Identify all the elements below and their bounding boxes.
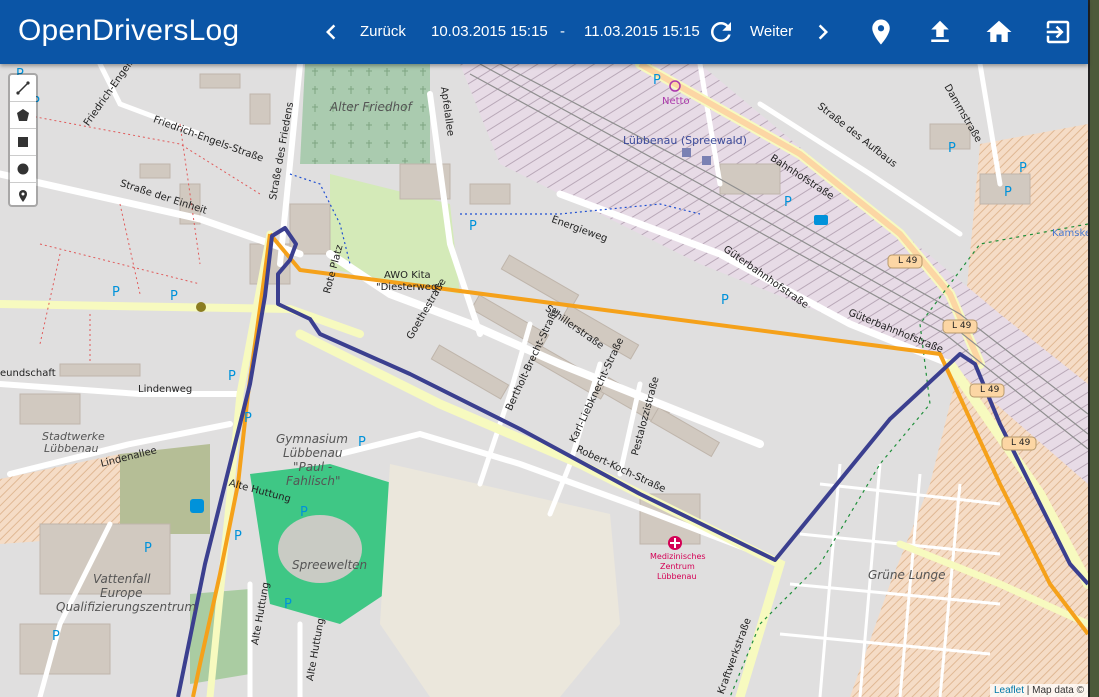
svg-text:P: P — [170, 289, 178, 304]
map-label-station: Lübbenau (Spreewald) — [623, 134, 747, 147]
map-label-poi: Vattenfall — [93, 572, 151, 586]
svg-text:P: P — [228, 369, 236, 384]
road-shield: L 49 — [1011, 438, 1031, 448]
attribution-text: Map data © — [1032, 685, 1084, 696]
draw-polygon-button[interactable] — [10, 102, 36, 129]
svg-text:P: P — [721, 293, 729, 308]
window-edge — [1088, 0, 1099, 697]
forward-button[interactable]: Weiter — [750, 23, 793, 40]
attribution-separator: | — [1026, 685, 1030, 696]
polyline-icon — [16, 81, 30, 95]
home-icon[interactable] — [984, 17, 1014, 47]
map-label-poi: Lübbenau — [283, 446, 343, 460]
map-canvas[interactable]: PPPP PPPP PPPP PPPP PPP Alter Friedhof F… — [0, 64, 1088, 697]
svg-text:P: P — [948, 141, 956, 156]
svg-text:P: P — [300, 505, 308, 520]
date-separator: - — [560, 23, 565, 40]
road-shield: L 49 — [952, 321, 972, 331]
map-label-poi: Gymnasium — [276, 432, 348, 446]
date-to[interactable]: 11.03.2015 15:15 — [584, 23, 700, 40]
road-shield: L 49 — [898, 256, 918, 266]
location-pin-icon[interactable] — [866, 17, 896, 47]
map-label-poi: Lübbenau — [657, 572, 697, 581]
cemetery-area — [300, 64, 430, 164]
refresh-icon[interactable] — [706, 17, 736, 47]
svg-text:P: P — [244, 411, 252, 426]
svg-text:P: P — [358, 435, 366, 450]
map-label-poi: AWO Kita — [384, 270, 431, 281]
svg-text:P: P — [469, 219, 477, 234]
map-label-street: Lindenweg — [138, 384, 193, 395]
svg-text:P: P — [144, 541, 152, 556]
draw-rectangle-button[interactable] — [10, 129, 36, 156]
draw-marker-button[interactable] — [10, 183, 36, 209]
road-shield: L 49 — [980, 385, 1000, 395]
map-label-water: Kamske — [1052, 228, 1088, 239]
marker-icon — [19, 190, 27, 202]
map-label-poi: "Paul - — [293, 460, 333, 474]
svg-text:P: P — [1019, 161, 1027, 176]
map-label-poi: Lübbenau — [44, 442, 99, 455]
map-label-cemetery: Alter Friedhof — [330, 100, 412, 114]
circle-icon — [17, 163, 29, 175]
svg-text:P: P — [784, 195, 792, 210]
svg-text:P: P — [112, 285, 120, 300]
svg-text:P: P — [653, 73, 661, 88]
draw-circle-button[interactable] — [10, 156, 36, 183]
app-bar: OpenDriversLog Zurück 10.03.2015 15:15 -… — [0, 0, 1088, 64]
app-title[interactable]: OpenDriversLog — [18, 14, 239, 48]
map-attribution: Leaflet | Map data © — [989, 684, 1088, 697]
svg-text:P: P — [234, 529, 242, 544]
map-label-street: eundschaft — [0, 368, 56, 379]
logout-icon[interactable] — [1043, 17, 1073, 47]
polygon-icon — [17, 109, 29, 121]
chevron-left-icon[interactable] — [316, 17, 346, 47]
leaflet-link[interactable]: Leaflet — [994, 685, 1024, 696]
draw-polyline-button[interactable] — [10, 75, 36, 102]
svg-text:P: P — [1004, 185, 1012, 200]
date-from[interactable]: 10.03.2015 15:15 — [431, 23, 548, 40]
svg-text:P: P — [52, 629, 60, 644]
map-label-poi: Spreewelten — [292, 558, 368, 572]
map-label-poi: Qualifizierungszentrum — [56, 600, 197, 614]
map-label-poi: Europe — [100, 586, 143, 600]
map-label-shop: Netto — [662, 96, 690, 107]
draw-toolbar — [8, 73, 38, 207]
map-label-poi: Medizinisches — [650, 552, 706, 561]
rectangle-icon — [18, 137, 28, 147]
chevron-right-icon[interactable] — [808, 17, 838, 47]
back-button[interactable]: Zurück — [360, 23, 406, 40]
map-label-poi: Zentrum — [660, 562, 695, 571]
upload-icon[interactable] — [925, 17, 955, 47]
svg-text:P: P — [284, 597, 292, 612]
map-label-poi: Grüne Lunge — [868, 568, 946, 582]
map-label-poi: Fahlisch" — [286, 474, 341, 488]
